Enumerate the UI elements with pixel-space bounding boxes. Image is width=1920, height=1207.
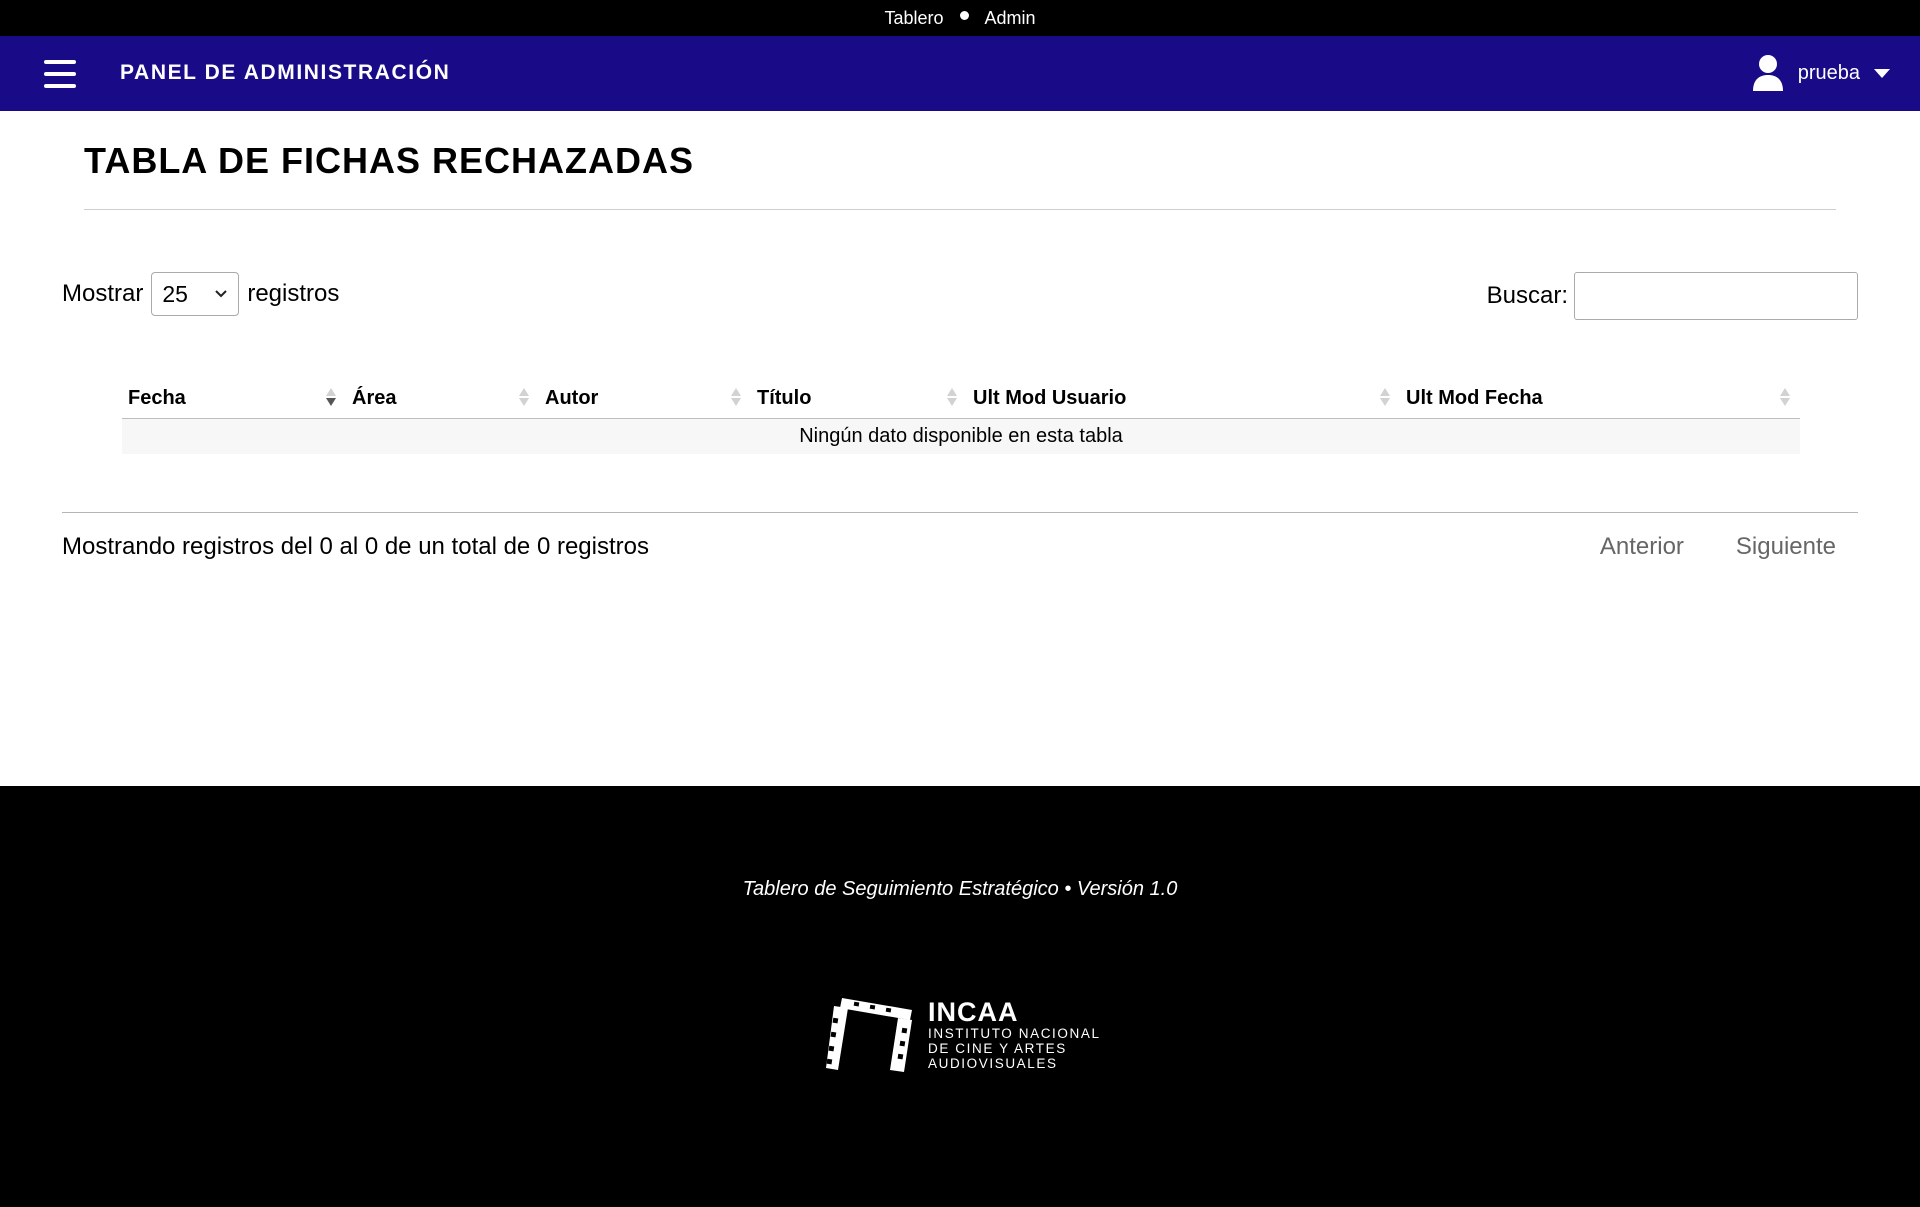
breadcrumb: Tablero Admin xyxy=(0,0,1920,36)
page-length-value: 25 xyxy=(162,280,188,307)
column-header-ult-mod-fecha[interactable]: Ult Mod Fecha xyxy=(1400,378,1800,419)
search-input[interactable] xyxy=(1574,272,1858,320)
menu-icon[interactable] xyxy=(44,60,76,88)
length-suffix-label: registros xyxy=(247,280,340,307)
app-title: PANEL DE ADMINISTRACIÓN xyxy=(120,61,451,84)
column-header-fecha[interactable]: Fecha xyxy=(122,378,346,419)
page-title: TABLA DE FICHAS RECHAZADAS xyxy=(84,140,694,181)
column-label: Ult Mod Fecha xyxy=(1406,387,1543,410)
logo-subtitle-line: INSTITUTO NACIONAL xyxy=(928,1025,1101,1041)
column-header-titulo[interactable]: Título xyxy=(751,378,967,419)
page-length-select[interactable]: 25 xyxy=(151,272,240,316)
length-prefix-label: Mostrar xyxy=(62,280,144,307)
caret-down-icon xyxy=(1874,68,1890,78)
column-label: Área xyxy=(352,387,397,410)
footer: Tablero de Seguimiento Estratégico • Ver… xyxy=(0,786,1920,1207)
logo-subtitle-line: DE CINE Y ARTES xyxy=(928,1040,1067,1056)
column-header-ult-mod-usuario[interactable]: Ult Mod Usuario xyxy=(967,378,1400,419)
column-label: Fecha xyxy=(128,387,186,410)
logo-subtitle-line: AUDIOVISUALES xyxy=(928,1055,1058,1071)
breadcrumb-item-admin[interactable]: Admin xyxy=(985,8,1036,29)
table-info: Mostrando registros del 0 al 0 de un tot… xyxy=(62,533,649,560)
breadcrumb-item-tablero[interactable]: Tablero xyxy=(884,8,943,29)
divider xyxy=(84,209,1836,210)
table-row: Ningún dato disponible en esta tabla xyxy=(122,418,1800,454)
sort-icon xyxy=(947,388,957,406)
app-header: PANEL DE ADMINISTRACIÓN prueba xyxy=(0,36,1920,111)
empty-table-message: Ningún dato disponible en esta tabla xyxy=(122,418,1800,454)
column-label: Autor xyxy=(545,387,599,410)
chevron-down-icon xyxy=(215,290,228,298)
incaa-logo: INCAA INSTITUTO NACIONAL DE CINE Y ARTES… xyxy=(826,996,1101,1072)
previous-page-button[interactable]: Anterior xyxy=(1600,533,1684,561)
search-control: Buscar: xyxy=(1487,272,1858,320)
user-name: prueba xyxy=(1797,61,1860,84)
column-label: Ult Mod Usuario xyxy=(973,387,1127,410)
column-header-area[interactable]: Área xyxy=(346,378,539,419)
column-header-autor[interactable]: Autor xyxy=(539,378,751,419)
sort-icon xyxy=(1780,388,1790,406)
footer-text: Tablero de Seguimiento Estratégico • Ver… xyxy=(742,878,1178,900)
logo-name: INCAA xyxy=(928,996,1019,1027)
user-menu[interactable]: prueba xyxy=(1752,54,1890,92)
sort-descending-icon xyxy=(326,388,336,406)
sort-icon xyxy=(519,388,529,406)
pagination: Anterior Siguiente xyxy=(1600,533,1836,561)
divider xyxy=(62,512,1858,513)
logo-text: INCAA INSTITUTO NACIONAL DE CINE Y ARTES… xyxy=(928,998,1101,1071)
user-icon xyxy=(1752,55,1783,91)
page-length-control: Mostrar 25 registros xyxy=(62,272,339,316)
film-frame-logo-icon xyxy=(826,998,912,1072)
breadcrumb-separator-icon xyxy=(959,10,969,20)
search-label: Buscar: xyxy=(1486,282,1568,309)
table-header-row: Fecha Área Autor Título Ult Mod Usuario … xyxy=(122,378,1800,419)
column-label: Título xyxy=(757,387,812,410)
sort-icon xyxy=(731,388,741,406)
data-table: Fecha Área Autor Título Ult Mod Usuario … xyxy=(122,378,1800,454)
next-page-button[interactable]: Siguiente xyxy=(1736,533,1836,561)
sort-icon xyxy=(1380,388,1390,406)
